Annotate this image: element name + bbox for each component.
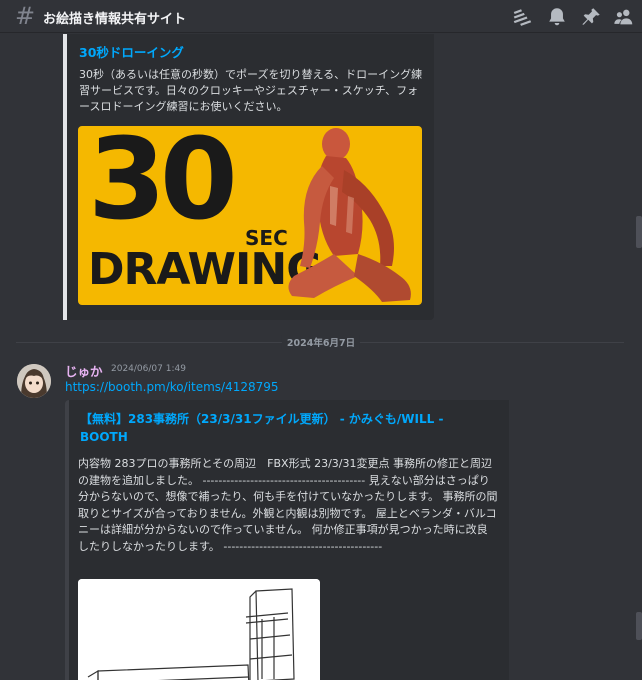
embed-preview-image[interactable]: [78, 579, 320, 680]
notification-bell-icon[interactable]: [546, 6, 568, 28]
anatomy-figure-illustration: [288, 128, 411, 302]
date-divider-label: 2024年6月7日: [281, 335, 361, 349]
channel-header: # お絵描き情報共有サイト: [0, 0, 642, 33]
embed-title-link[interactable]: 【無料】283事務所（23/3/31ファイル更新） - かみぐも/WILL - …: [80, 410, 490, 446]
thumbnail-big-number: 30: [88, 126, 238, 245]
scrollbar-thumb[interactable]: [636, 216, 642, 248]
threads-icon[interactable]: [511, 6, 533, 28]
link-embed: 30秒ドローイング 30秒（あるいは任意の秒数）でポーズを切り替える、ドローイン…: [63, 34, 434, 320]
booth-link-embed: 【無料】283事務所（23/3/31ファイル更新） - かみぐも/WILL - …: [65, 400, 509, 680]
avatar-face-icon: [17, 364, 51, 398]
embed-title-link[interactable]: 30秒ドローイング: [79, 42, 184, 61]
user-avatar[interactable]: [17, 364, 51, 398]
message-list[interactable]: 30秒ドローイング 30秒（あるいは任意の秒数）でポーズを切り替える、ドローイン…: [0, 34, 642, 680]
member-list-icon[interactable]: [613, 6, 635, 28]
channel-name: お絵描き情報共有サイト: [43, 12, 187, 27]
message-username[interactable]: じゅか: [65, 361, 103, 380]
channel-hash-icon: #: [15, 2, 36, 30]
embed-thumbnail-image[interactable]: 30 SEC DRAWING: [78, 126, 422, 305]
building-lineart-illustration: [78, 579, 320, 680]
message-timestamp: 2024/06/07 1:49: [111, 364, 186, 374]
message-link[interactable]: https://booth.pm/ko/items/4128795: [65, 380, 279, 394]
scrollbar-thumb-lower[interactable]: [636, 612, 642, 640]
embed-description: 30秒（あるいは任意の秒数）でポーズを切り替える、ドローイング練習サービスです。…: [79, 68, 423, 113]
pinned-messages-icon[interactable]: [580, 6, 602, 28]
embed-description: 内容物 283プロの事務所とその周辺 FBX形式 23/3/31変更点 事務所の…: [78, 457, 498, 553]
